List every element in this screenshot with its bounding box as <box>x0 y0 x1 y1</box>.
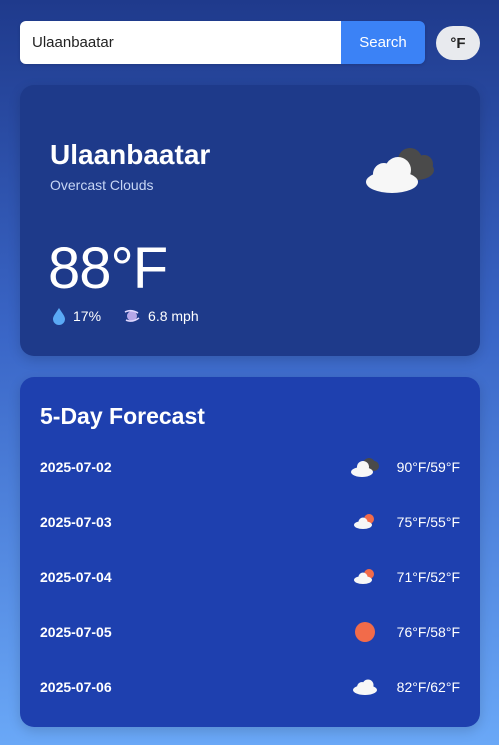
search-button[interactable]: Search <box>341 21 425 64</box>
forecast-row: 2025-07-06 82°F/62°F <box>40 672 460 702</box>
forecast-date: 2025-07-04 <box>40 569 112 585</box>
forecast-temps: 90°F/59°F <box>396 459 460 475</box>
forecast-title: 5-Day Forecast <box>40 403 205 429</box>
wind-stat: 6.8 mph <box>123 307 199 325</box>
sun-icon <box>355 622 375 642</box>
search-input[interactable] <box>20 21 341 64</box>
forecast-temps: 71°F/52°F <box>396 569 460 585</box>
forecast-icon <box>350 455 380 479</box>
forecast-row: 2025-07-04 71°F/52°F <box>40 562 460 592</box>
cloud-icon <box>353 679 377 695</box>
partly-cloudy-icon <box>354 569 374 584</box>
unit-toggle-button[interactable]: °F <box>436 26 480 60</box>
forecast-icon <box>350 565 380 589</box>
wind-icon <box>124 309 140 322</box>
current-temperature: 88°F <box>48 236 168 301</box>
forecast-icon <box>350 510 380 534</box>
city-name: Ulaanbaatar <box>50 139 211 170</box>
partly-cloudy-icon <box>354 514 374 529</box>
forecast-date: 2025-07-03 <box>40 514 112 530</box>
forecast-card: 5-Day Forecast 2025-07-02 90°F/59°F 2025… <box>20 377 480 727</box>
forecast-temps: 76°F/58°F <box>396 624 460 640</box>
forecast-icon <box>350 675 380 699</box>
overcast-clouds-icon <box>366 148 434 193</box>
forecast-temps: 82°F/62°F <box>396 679 460 695</box>
humidity-stat: 17% <box>52 307 101 325</box>
forecast-row: 2025-07-05 76°F/58°F <box>40 617 460 647</box>
humidity-value: 17% <box>73 308 102 324</box>
forecast-temps: 75°F/55°F <box>396 514 460 530</box>
wind-value: 6.8 mph <box>148 308 199 324</box>
weather-condition: Overcast Clouds <box>50 177 154 193</box>
overcast-clouds-icon <box>351 458 379 477</box>
forecast-date: 2025-07-02 <box>40 459 112 475</box>
current-weather-card: Ulaanbaatar Overcast Clouds 88°F 17% 6.8… <box>20 85 480 356</box>
forecast-date: 2025-07-06 <box>40 679 112 695</box>
search-bar: Search <box>20 21 425 64</box>
current-stats: 17% 6.8 mph <box>52 307 221 325</box>
forecast-row: 2025-07-02 90°F/59°F <box>40 452 460 482</box>
forecast-date: 2025-07-05 <box>40 624 112 640</box>
water-drop-icon <box>53 308 65 325</box>
forecast-icon <box>350 620 380 644</box>
forecast-row: 2025-07-03 75°F/55°F <box>40 507 460 537</box>
